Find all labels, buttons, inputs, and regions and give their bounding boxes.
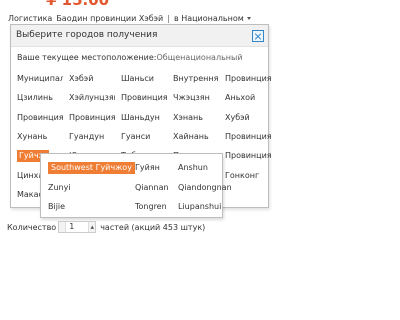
city-item[interactable]: Bijie	[48, 201, 65, 213]
city-item[interactable]: Zunyi	[48, 182, 71, 194]
province-item[interactable]: Хэнань	[173, 112, 219, 124]
province-item[interactable]: Чжэцзян	[173, 92, 219, 104]
decrement-button[interactable]	[59, 222, 67, 232]
quantity-value[interactable]: 1	[69, 222, 74, 232]
province-item[interactable]: Гонконг	[225, 170, 271, 182]
city-item[interactable]: Liupanshui	[178, 201, 221, 213]
close-icon[interactable]	[252, 30, 264, 42]
city-dropdown: Southwest Гуйчжоу Гуйян Anshun Zunyi Qiannan…	[40, 153, 232, 218]
logistics-label: Логистика	[8, 13, 53, 23]
province-item[interactable]: Гуанси	[121, 131, 167, 143]
current-location-label: Ваше текущее местоположение:	[17, 53, 157, 62]
increment-button[interactable]: ▴	[88, 222, 96, 232]
province-item[interactable]: Хэбэй	[69, 73, 115, 85]
province-item[interactable]: Провинция Фуцзянь	[17, 112, 63, 124]
chevron-down-icon[interactable]	[246, 16, 251, 20]
quantity-label: Количество	[7, 222, 57, 232]
province-item[interactable]: Провинция Сычуань	[225, 131, 271, 143]
province-item[interactable]: Хубэй	[225, 112, 271, 124]
quantity-stepper[interactable]: 1 ▴	[58, 221, 97, 233]
province-item[interactable]: Внутренняя Монголия	[173, 73, 219, 85]
city-item[interactable]: Qiannan	[135, 182, 169, 194]
province-item[interactable]: Провинция Ганьсу	[225, 150, 271, 162]
city-item[interactable]: Tongren	[135, 201, 167, 213]
province-item[interactable]: Шаньдун	[121, 112, 167, 124]
province-item[interactable]: Хайнань	[173, 131, 219, 143]
province-item[interactable]: Провинция Цзянси	[69, 112, 115, 124]
city-item[interactable]: Гуйян	[135, 162, 160, 174]
quantity-suffix: частей (акций 453 штук)	[100, 222, 206, 232]
city-item[interactable]: Qiandongnan	[178, 182, 232, 194]
current-location-value: Общенациональный	[156, 53, 243, 62]
origin-location: Баодин провинции Хэбэй	[56, 13, 164, 23]
location-bar: Логистика Баодин провинции Хэбэй | в Нац…	[8, 12, 251, 24]
province-item[interactable]: Аньхой	[225, 92, 271, 104]
province-item[interactable]: Провинция Ляонин	[225, 73, 271, 85]
current-location: Ваше текущее местоположение:Общенационал…	[17, 53, 243, 62]
destination-selector[interactable]: в Национальном	[174, 14, 244, 23]
province-item[interactable]: Провинция Цзянсу	[121, 92, 167, 104]
province-item[interactable]: Гуандун	[69, 131, 115, 143]
province-item[interactable]: Муниципальный	[17, 73, 63, 85]
price: ¥ 15.00	[46, 0, 110, 9]
city-item[interactable]: Anshun	[178, 162, 208, 174]
quantity-row: Количество 1 ▴ частей (акций 453 штук)	[7, 221, 205, 233]
province-item[interactable]: Шаньси	[121, 73, 167, 85]
popup-title: Выберите городов получения	[16, 30, 158, 40]
city-item[interactable]: Southwest Гуйчжоу	[48, 162, 135, 174]
province-item[interactable]: Цзилинь	[17, 92, 63, 104]
province-item[interactable]: Хунань	[17, 131, 63, 143]
separator: |	[167, 13, 170, 23]
popup-header: Выберите городов получения	[11, 25, 268, 47]
province-item[interactable]: Хэйлунцзян	[69, 92, 115, 104]
